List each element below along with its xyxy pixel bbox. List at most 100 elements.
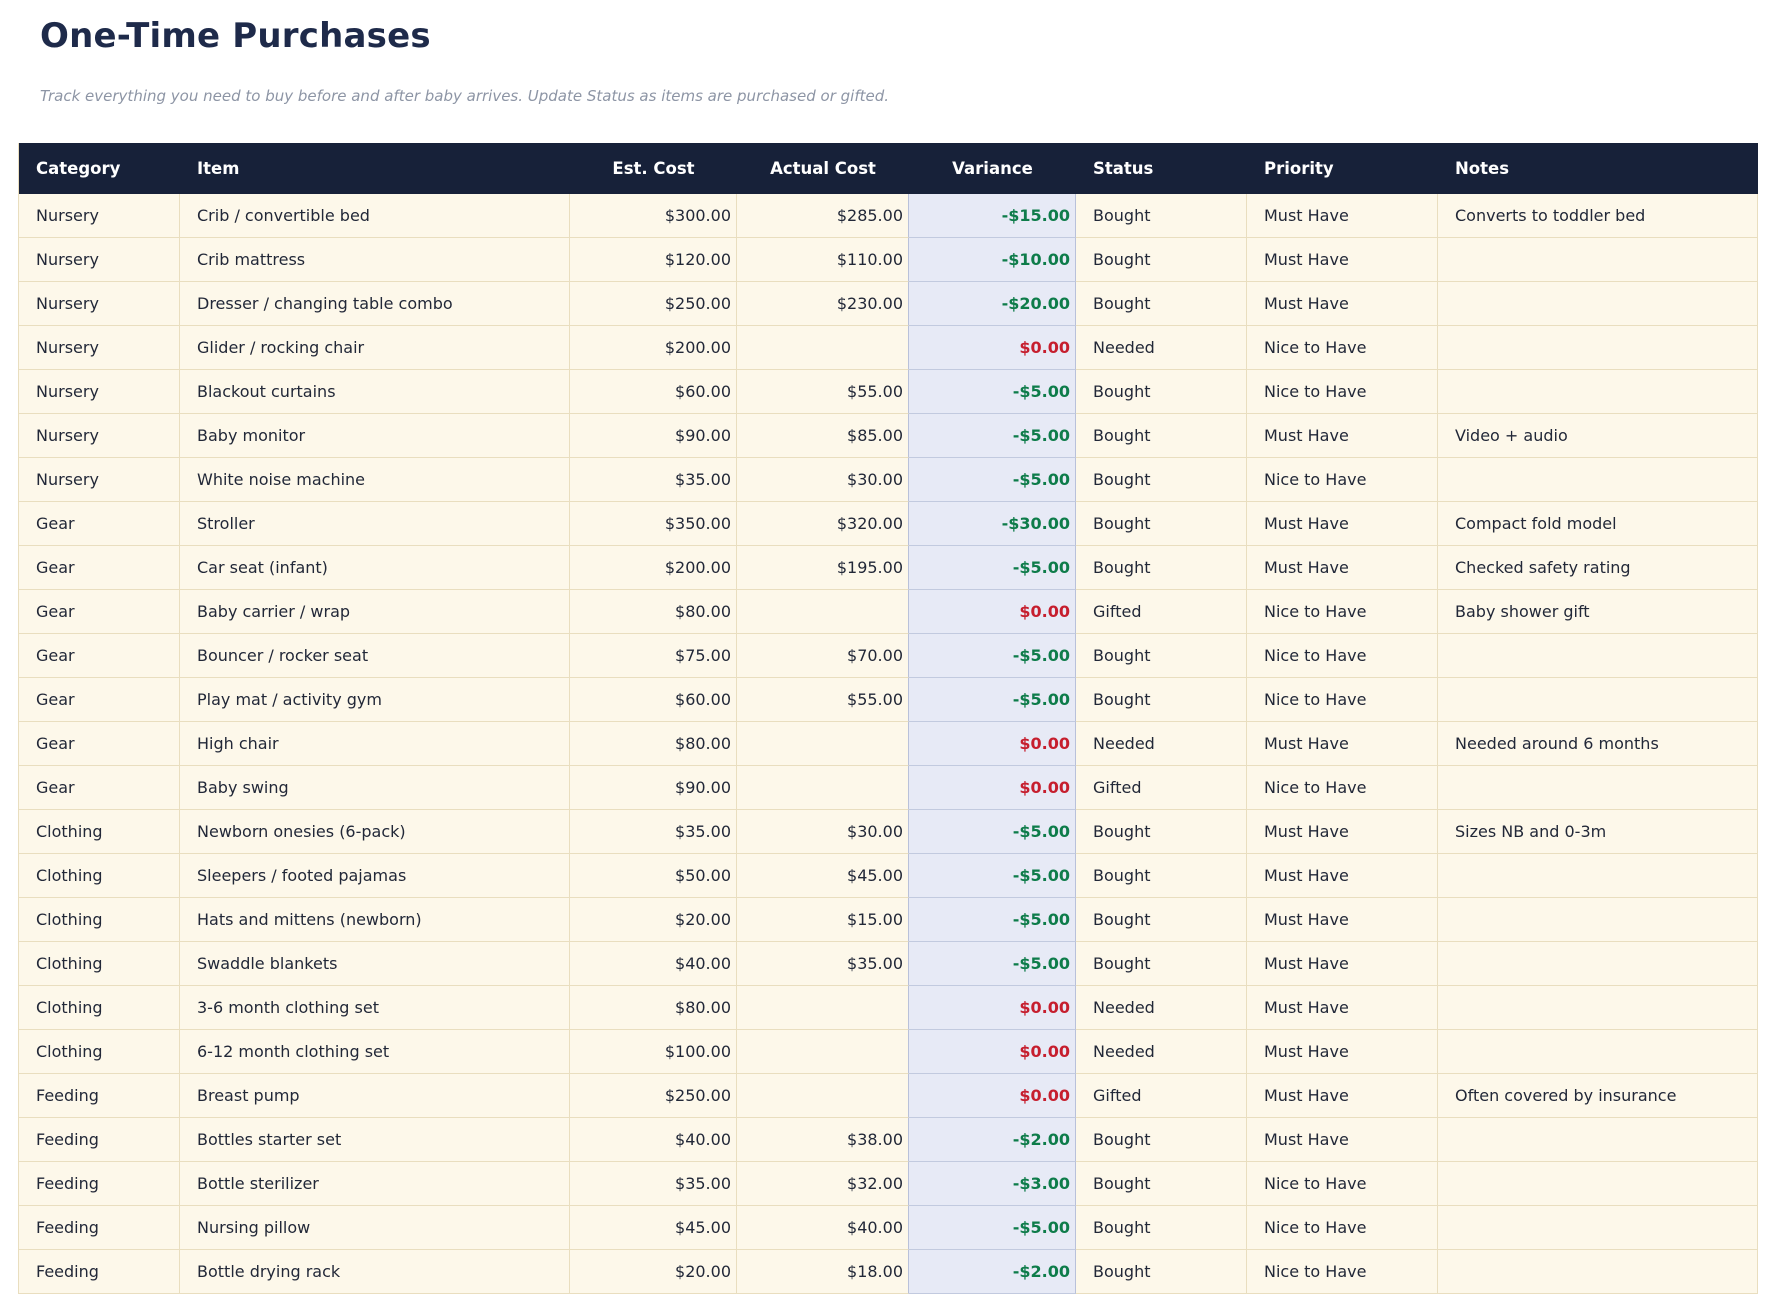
table-row: Gear Stroller $350.00 $320.00 -$30.00 Bo… <box>19 502 1758 546</box>
page-title: One-Time Purchases <box>40 14 1758 56</box>
cell-priority: Must Have <box>1247 810 1438 854</box>
table-row: Feeding Bottle drying rack $20.00 $18.00… <box>19 1250 1758 1294</box>
cell-actual-cost: $55.00 <box>737 370 909 414</box>
table-row: Feeding Bottle sterilizer $35.00 $32.00 … <box>19 1162 1758 1206</box>
cell-status: Bought <box>1076 370 1247 414</box>
table-row: Nursery White noise machine $35.00 $30.0… <box>19 458 1758 502</box>
table-row: Feeding Breast pump $250.00 $0.00 Gifted… <box>19 1074 1758 1118</box>
cell-item: Crib / convertible bed <box>180 194 570 238</box>
header-cell-item: Item <box>180 143 570 194</box>
cell-category: Feeding <box>19 1162 180 1206</box>
cell-status: Bought <box>1076 1250 1247 1294</box>
cell-status: Bought <box>1076 546 1247 590</box>
header-cell-status: Status <box>1076 143 1247 194</box>
table-row: Clothing 6-12 month clothing set $100.00… <box>19 1030 1758 1074</box>
cell-notes <box>1438 1162 1758 1206</box>
cell-variance: -$20.00 <box>909 282 1076 326</box>
table-row: Gear High chair $80.00 $0.00 Needed Must… <box>19 722 1758 766</box>
cell-status: Bought <box>1076 678 1247 722</box>
cell-variance: -$5.00 <box>909 546 1076 590</box>
cell-status: Bought <box>1076 1118 1247 1162</box>
cell-status: Needed <box>1076 326 1247 370</box>
cell-category: Clothing <box>19 986 180 1030</box>
cell-item: Nursing pillow <box>180 1206 570 1250</box>
table-body: Nursery Crib / convertible bed $300.00 $… <box>19 194 1758 1294</box>
cell-actual-cost: $32.00 <box>737 1162 909 1206</box>
cell-category: Gear <box>19 546 180 590</box>
cell-item: Crib mattress <box>180 238 570 282</box>
cell-item: Swaddle blankets <box>180 942 570 986</box>
cell-actual-cost: $18.00 <box>737 1250 909 1294</box>
cell-category: Nursery <box>19 326 180 370</box>
cell-est-cost: $90.00 <box>570 766 737 810</box>
cell-item: Baby carrier / wrap <box>180 590 570 634</box>
cell-variance: $0.00 <box>909 722 1076 766</box>
cell-variance: -$10.00 <box>909 238 1076 282</box>
cell-actual-cost <box>737 1074 909 1118</box>
cell-priority: Must Have <box>1247 1030 1438 1074</box>
cell-variance: -$5.00 <box>909 370 1076 414</box>
cell-status: Bought <box>1076 238 1247 282</box>
cell-est-cost: $100.00 <box>570 1030 737 1074</box>
table-row: Clothing Sleepers / footed pajamas $50.0… <box>19 854 1758 898</box>
table-row: Clothing Hats and mittens (newborn) $20.… <box>19 898 1758 942</box>
cell-category: Clothing <box>19 810 180 854</box>
cell-est-cost: $35.00 <box>570 458 737 502</box>
cell-category: Nursery <box>19 238 180 282</box>
cell-priority: Must Have <box>1247 414 1438 458</box>
cell-est-cost: $45.00 <box>570 1206 737 1250</box>
cell-priority: Must Have <box>1247 546 1438 590</box>
cell-variance: -$5.00 <box>909 854 1076 898</box>
cell-actual-cost <box>737 986 909 1030</box>
cell-category: Gear <box>19 766 180 810</box>
cell-est-cost: $20.00 <box>570 898 737 942</box>
cell-category: Clothing <box>19 1030 180 1074</box>
cell-est-cost: $80.00 <box>570 590 737 634</box>
cell-actual-cost: $55.00 <box>737 678 909 722</box>
cell-status: Needed <box>1076 1030 1247 1074</box>
table-row: Nursery Crib / convertible bed $300.00 $… <box>19 194 1758 238</box>
cell-notes <box>1438 1030 1758 1074</box>
cell-category: Gear <box>19 634 180 678</box>
cell-category: Gear <box>19 590 180 634</box>
table-row: Feeding Bottles starter set $40.00 $38.0… <box>19 1118 1758 1162</box>
cell-variance: -$2.00 <box>909 1250 1076 1294</box>
cell-notes: Checked safety rating <box>1438 546 1758 590</box>
cell-priority: Nice to Have <box>1247 1206 1438 1250</box>
table-row: Clothing 3-6 month clothing set $80.00 $… <box>19 986 1758 1030</box>
cell-priority: Must Have <box>1247 854 1438 898</box>
cell-actual-cost: $110.00 <box>737 238 909 282</box>
cell-est-cost: $75.00 <box>570 634 737 678</box>
cell-priority: Must Have <box>1247 986 1438 1030</box>
header-cell-variance: Variance <box>909 143 1076 194</box>
cell-item: 3-6 month clothing set <box>180 986 570 1030</box>
cell-variance: -$15.00 <box>909 194 1076 238</box>
cell-actual-cost: $30.00 <box>737 458 909 502</box>
table-row: Gear Play mat / activity gym $60.00 $55.… <box>19 678 1758 722</box>
cell-actual-cost: $40.00 <box>737 1206 909 1250</box>
cell-est-cost: $200.00 <box>570 546 737 590</box>
cell-variance: -$5.00 <box>909 458 1076 502</box>
cell-variance: -$2.00 <box>909 1118 1076 1162</box>
page: One-Time Purchases Track everything you … <box>0 0 1776 1314</box>
table-header: Category Item Est. Cost Actual Cost Vari… <box>19 143 1758 194</box>
cell-actual-cost: $38.00 <box>737 1118 909 1162</box>
table-row: Nursery Crib mattress $120.00 $110.00 -$… <box>19 238 1758 282</box>
cell-actual-cost: $15.00 <box>737 898 909 942</box>
cell-status: Bought <box>1076 502 1247 546</box>
cell-actual-cost: $230.00 <box>737 282 909 326</box>
cell-status: Bought <box>1076 282 1247 326</box>
cell-item: Bottle drying rack <box>180 1250 570 1294</box>
cell-notes: Baby shower gift <box>1438 590 1758 634</box>
cell-priority: Must Have <box>1247 722 1438 766</box>
cell-category: Gear <box>19 502 180 546</box>
cell-item: White noise machine <box>180 458 570 502</box>
cell-item: High chair <box>180 722 570 766</box>
cell-notes <box>1438 238 1758 282</box>
cell-priority: Nice to Have <box>1247 1162 1438 1206</box>
cell-notes <box>1438 370 1758 414</box>
cell-status: Bought <box>1076 194 1247 238</box>
cell-status: Bought <box>1076 414 1247 458</box>
cell-variance: -$5.00 <box>909 414 1076 458</box>
cell-actual-cost: $70.00 <box>737 634 909 678</box>
